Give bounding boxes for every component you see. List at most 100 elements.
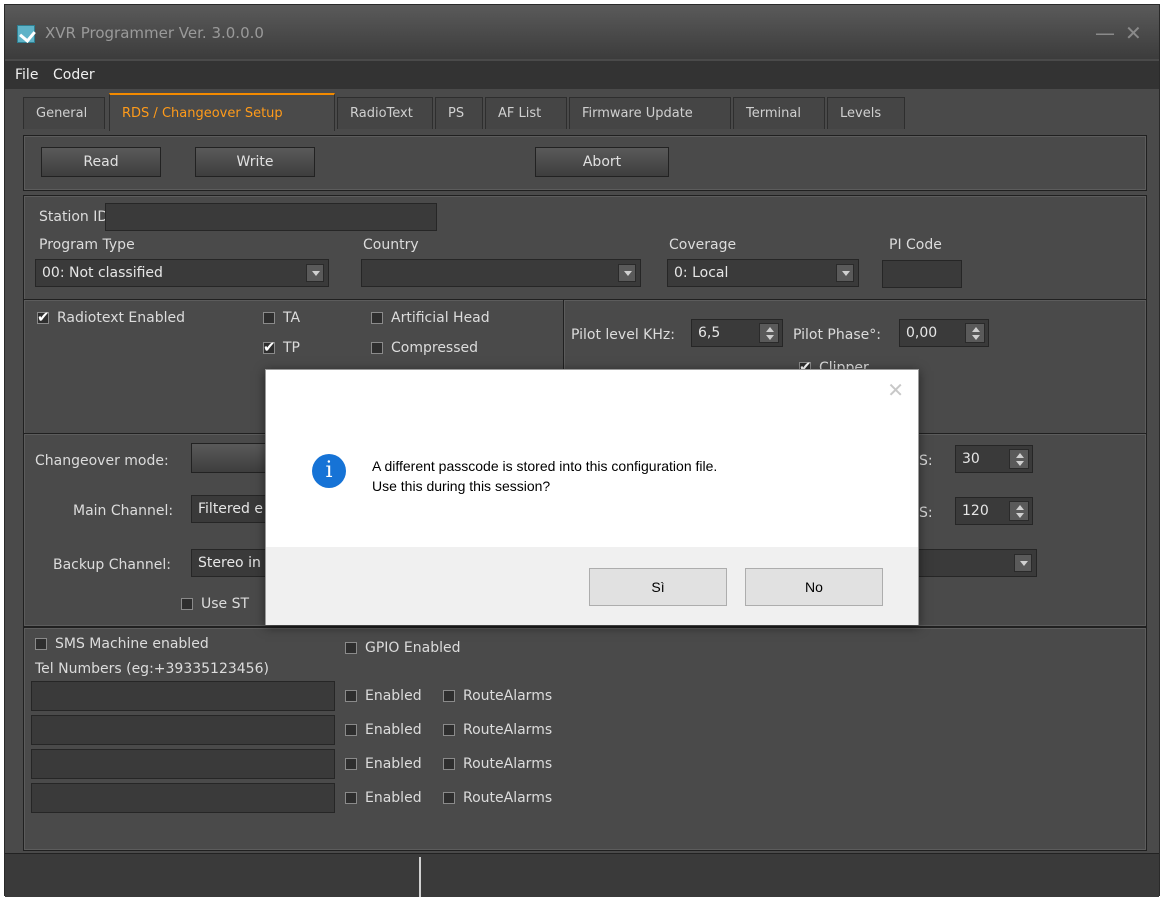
main-channel-select[interactable]: Filtered e xyxy=(191,495,271,523)
checkbox-icon xyxy=(345,758,357,770)
program-type-value: 00: Not classified xyxy=(42,265,163,281)
checkbox-icon xyxy=(443,758,455,770)
spinner-icon[interactable] xyxy=(759,323,779,343)
tp-checkbox[interactable]: TP xyxy=(263,338,300,357)
pilot-level-label: Pilot level KHz: xyxy=(571,327,675,343)
yes-button[interactable]: Sì xyxy=(589,568,727,606)
gpio-enabled-label: GPIO Enabled xyxy=(365,640,461,656)
tab-radiotext[interactable]: RadioText xyxy=(337,97,433,129)
window-title: XVR Programmer Ver. 3.0.0.0 xyxy=(45,24,264,42)
routealarms-label: RouteAlarms xyxy=(463,790,553,806)
tel-3-enabled-checkbox[interactable]: Enabled xyxy=(345,755,422,773)
abort-button[interactable]: Abort xyxy=(535,147,669,177)
spinner-icon[interactable] xyxy=(1009,449,1029,469)
use-st-checkbox[interactable]: Use ST xyxy=(181,595,249,613)
tab-rds-changeover[interactable]: RDS / Changeover Setup xyxy=(109,93,335,131)
chevron-down-icon xyxy=(836,264,854,282)
tab-general[interactable]: General xyxy=(23,97,105,129)
main-channel-label: Main Channel: xyxy=(73,503,174,519)
delay-1-value: 30 xyxy=(962,451,980,467)
changeover-option-select[interactable] xyxy=(917,549,1037,577)
tel-1-enabled-checkbox[interactable]: Enabled xyxy=(345,687,422,705)
checkbox-icon xyxy=(345,724,357,736)
spinner-icon[interactable] xyxy=(965,323,985,343)
ta-checkbox[interactable]: TA xyxy=(263,309,300,327)
program-type-select[interactable]: 00: Not classified xyxy=(35,259,329,287)
checkbox-icon xyxy=(371,342,383,354)
checkbox-icon xyxy=(443,792,455,804)
checkbox-icon xyxy=(371,312,383,324)
pilot-level-value: 6,5 xyxy=(698,325,721,341)
write-button[interactable]: Write xyxy=(195,147,315,177)
pilot-phase-value: 0,00 xyxy=(906,325,938,341)
checkbox-icon xyxy=(443,690,455,702)
pi-code-label: PI Code xyxy=(889,237,942,253)
tab-levels[interactable]: Levels xyxy=(827,97,905,129)
tel-number-input-1[interactable] xyxy=(31,681,335,711)
changeover-mode-select[interactable] xyxy=(191,443,271,473)
checkbox-checked-icon xyxy=(37,308,50,326)
artificial-head-checkbox[interactable]: Artificial Head xyxy=(371,309,490,327)
coverage-value: 0: Local xyxy=(674,265,729,281)
delay-2-label: S: xyxy=(919,505,933,521)
chevron-down-icon xyxy=(618,264,636,282)
tab-ps[interactable]: PS xyxy=(435,97,483,129)
gpio-enabled-checkbox[interactable]: GPIO Enabled xyxy=(345,639,460,657)
routealarms-label: RouteAlarms xyxy=(463,756,553,772)
tel-number-input-3[interactable] xyxy=(31,749,335,779)
info-icon: i xyxy=(312,454,346,488)
tab-firmware-update[interactable]: Firmware Update xyxy=(569,97,731,129)
checkbox-icon xyxy=(345,690,357,702)
tab-terminal[interactable]: Terminal xyxy=(733,97,825,129)
routealarms-label: RouteAlarms xyxy=(463,688,553,704)
compressed-checkbox[interactable]: Compressed xyxy=(371,339,478,357)
checkbox-icon xyxy=(345,642,357,654)
menu-file[interactable]: File xyxy=(15,67,38,83)
ta-label: TA xyxy=(283,310,301,326)
tel-number-input-2[interactable] xyxy=(31,715,335,745)
backup-channel-select[interactable]: Stereo in xyxy=(191,549,271,577)
coverage-label: Coverage xyxy=(669,237,737,253)
dialog-close-icon[interactable]: ✕ xyxy=(887,378,904,402)
checkbox-icon xyxy=(345,792,357,804)
minimize-icon[interactable]: — xyxy=(1095,21,1115,45)
backup-channel-label: Backup Channel: xyxy=(53,557,171,573)
station-id-label: Station ID xyxy=(39,209,109,225)
close-icon[interactable]: ✕ xyxy=(1125,21,1142,45)
app-icon xyxy=(17,25,35,43)
delay-2-spinbox[interactable]: 120 xyxy=(955,497,1033,525)
dialog-message-line-2: Use this during this session? xyxy=(372,478,551,494)
artificial-head-label: Artificial Head xyxy=(391,310,490,326)
program-type-label: Program Type xyxy=(39,237,135,253)
pilot-phase-spinbox[interactable]: 0,00 xyxy=(899,319,989,347)
tab-af-list[interactable]: AF List xyxy=(485,97,567,129)
pi-code-input[interactable] xyxy=(882,260,962,288)
country-select[interactable] xyxy=(361,259,641,287)
tel-2-routealarms-checkbox[interactable]: RouteAlarms xyxy=(443,721,552,739)
dialog-message: A different passcode is stored into this… xyxy=(372,456,717,496)
tel-3-routealarms-checkbox[interactable]: RouteAlarms xyxy=(443,755,552,773)
no-button[interactable]: No xyxy=(745,568,883,606)
spinner-icon[interactable] xyxy=(1009,501,1029,521)
compressed-label: Compressed xyxy=(391,340,479,356)
menu-coder[interactable]: Coder xyxy=(53,67,95,83)
status-bar-divider xyxy=(419,857,421,897)
title-bar: XVR Programmer Ver. 3.0.0.0 — ✕ xyxy=(5,5,1159,59)
station-id-input[interactable] xyxy=(105,203,437,231)
changeover-mode-label: Changeover mode: xyxy=(35,453,169,469)
pilot-level-spinbox[interactable]: 6,5 xyxy=(691,319,783,347)
tel-number-input-4[interactable] xyxy=(31,783,335,813)
delay-1-spinbox[interactable]: 30 xyxy=(955,445,1033,473)
read-button[interactable]: Read xyxy=(41,147,161,177)
sms-machine-checkbox[interactable]: SMS Machine enabled xyxy=(35,635,209,653)
status-bar xyxy=(5,853,1159,897)
coverage-select[interactable]: 0: Local xyxy=(667,259,859,287)
tel-2-enabled-checkbox[interactable]: Enabled xyxy=(345,721,422,739)
radiotext-enabled-label: Radiotext Enabled xyxy=(57,310,185,326)
tel-1-routealarms-checkbox[interactable]: RouteAlarms xyxy=(443,687,552,705)
radiotext-enabled-checkbox[interactable]: Radiotext Enabled xyxy=(37,308,185,327)
tel-4-enabled-checkbox[interactable]: Enabled xyxy=(345,789,422,807)
enabled-label: Enabled xyxy=(365,688,422,704)
tel-4-routealarms-checkbox[interactable]: RouteAlarms xyxy=(443,789,552,807)
sms-machine-label: SMS Machine enabled xyxy=(55,636,209,652)
